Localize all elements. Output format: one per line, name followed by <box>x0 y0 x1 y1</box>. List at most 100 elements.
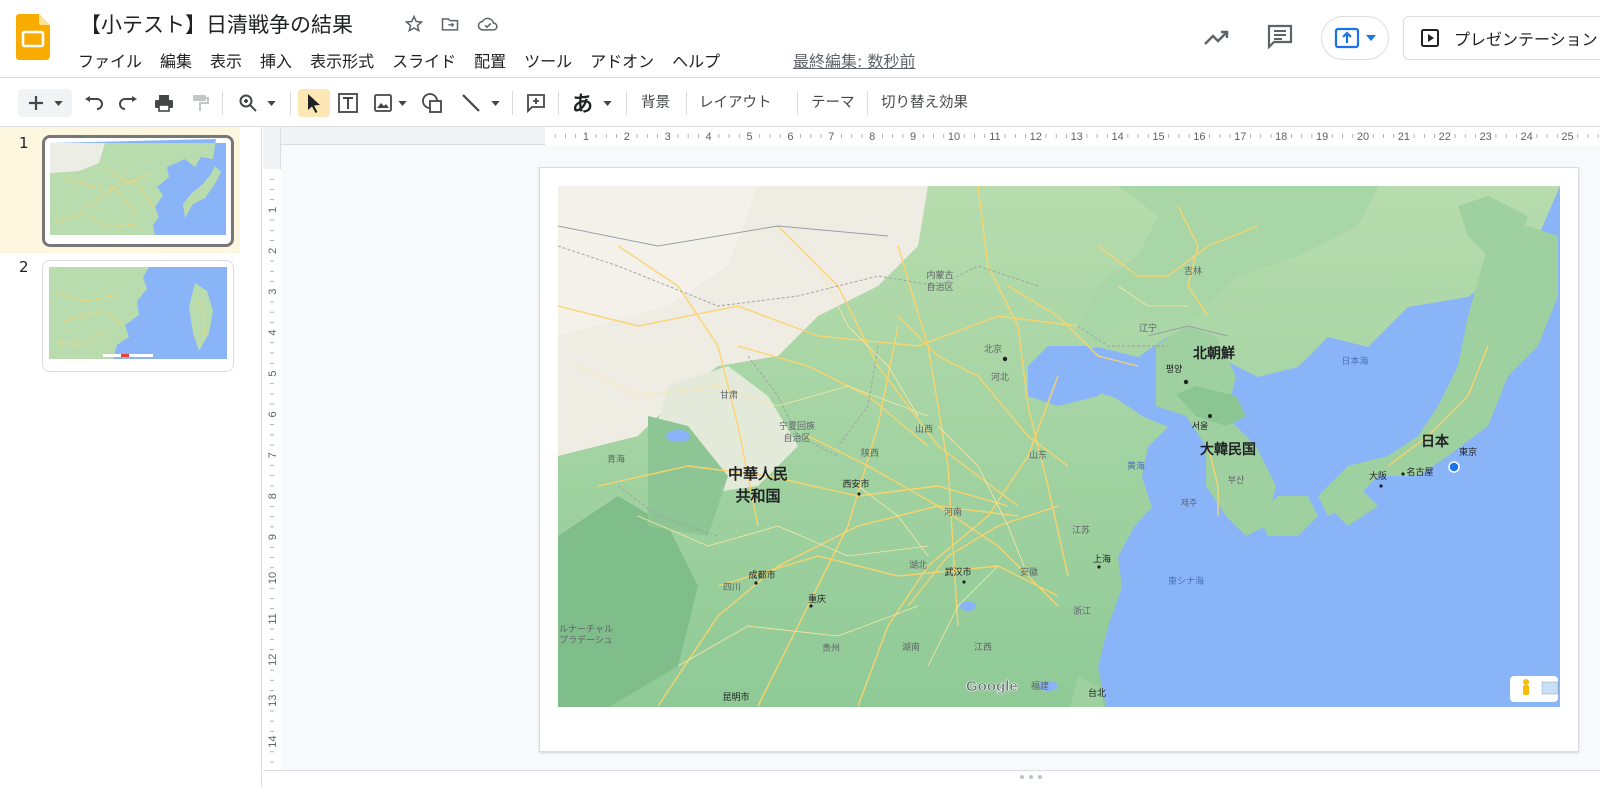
map-label: 宁夏回族 <box>779 420 815 431</box>
pegman-icon[interactable] <box>1523 679 1529 695</box>
map-image[interactable]: 内蒙古 自治区 北京 河北 辽宁 吉林 평양 서울 부산 제주 日本海 東京 大… <box>558 186 1560 707</box>
present-icon <box>1421 29 1439 47</box>
comment-icon[interactable] <box>1260 16 1300 56</box>
menu-addons[interactable]: アドオン <box>581 46 663 74</box>
chevron-down-icon <box>603 100 612 106</box>
undo-icon[interactable] <box>80 89 108 117</box>
vertical-ruler[interactable]: 1 2 3 4 5 6 7 8 9 10 11 12 13 14 <box>263 127 281 770</box>
ruler-tick-label: 14 <box>267 735 279 747</box>
last-edit-link[interactable]: 最終編集: 数秒前 <box>793 48 915 72</box>
map-label: 陕西 <box>861 447 879 458</box>
select-tool[interactable] <box>298 89 330 117</box>
background-button[interactable]: 背景 <box>641 91 670 112</box>
map-label: 贵州 <box>822 642 840 653</box>
menu-arrange[interactable]: 配置 <box>465 46 515 74</box>
map-label: 江苏 <box>1072 524 1090 535</box>
ruler-tick-label: 10 <box>948 131 960 143</box>
map-label: 부산 <box>1228 475 1245 485</box>
slide-number-2: 2 <box>19 258 29 276</box>
document-title[interactable]: 【小テスト】日清戦争の結果 <box>80 9 353 39</box>
horizontal-ruler[interactable]: 1 2 3 4 5 6 7 8 9 10 11 12 13 14 15 16 17 18 19 20 21 22 23 24 2… <box>263 127 1600 145</box>
slides-logo-icon[interactable] <box>16 14 50 60</box>
ruler-tick-label: 17 <box>1234 131 1246 143</box>
menu-slide[interactable]: スライド <box>383 46 465 74</box>
map-label: 台北 <box>1088 687 1106 698</box>
map-label: 평양 <box>1166 364 1183 374</box>
chevron-down-icon <box>266 100 276 106</box>
map-label: 浙江 <box>1073 605 1091 616</box>
map-label: 昆明市 <box>722 691 749 702</box>
star-icon[interactable] <box>402 12 426 36</box>
speaker-notes-handle[interactable] <box>263 770 1600 787</box>
present-label: プレゼンテーション <box>1454 30 1598 49</box>
ruler-tick-label: 12 <box>267 654 279 666</box>
ruler-tick-label: 15 <box>1152 131 1164 143</box>
redo-icon[interactable] <box>114 89 142 117</box>
slide-thumbnail-2[interactable] <box>42 260 234 372</box>
map-label: 大阪 <box>1369 470 1387 481</box>
layout-button[interactable]: レイアウト <box>699 91 772 112</box>
ruler-tick-label: 25 <box>1561 131 1573 143</box>
map-label: 自治区 <box>783 432 810 443</box>
cloud-saved-icon[interactable] <box>476 12 500 36</box>
textbox-icon[interactable] <box>334 89 362 117</box>
zoom-button[interactable] <box>232 89 282 117</box>
menu-tools[interactable]: ツール <box>515 46 581 74</box>
add-icon <box>28 96 43 110</box>
share-upload-button[interactable] <box>1321 16 1389 60</box>
ruler-tick-label: 22 <box>1439 131 1451 143</box>
slide-thumbnail-1[interactable] <box>42 135 234 247</box>
menu-format[interactable]: 表示形式 <box>301 46 383 74</box>
text-style-button[interactable]: あ <box>566 89 618 117</box>
ruler-tick-label: 12 <box>1030 131 1042 143</box>
map-label: 湖北 <box>909 560 927 570</box>
menu-view[interactable]: 表示 <box>201 46 251 74</box>
zoom-icon <box>239 94 257 112</box>
add-button[interactable] <box>18 89 72 117</box>
line-button[interactable] <box>456 89 504 117</box>
map-label: 上海 <box>1093 553 1111 564</box>
transition-button[interactable]: 切り替え効果 <box>881 91 968 112</box>
slide-filmstrip: 1 2 <box>0 127 262 787</box>
chevron-down-icon <box>53 100 63 106</box>
present-button[interactable]: プレゼンテーション <box>1403 16 1600 60</box>
paint-format-icon[interactable] <box>186 89 214 117</box>
map-label: ルナーチャル <box>559 624 613 634</box>
map-label-country: 中華人民 <box>728 465 788 483</box>
theme-button[interactable]: テーマ <box>811 91 855 112</box>
slide-canvas[interactable]: 内蒙古 自治区 北京 河北 辽宁 吉林 평양 서울 부산 제주 日本海 東京 大… <box>539 167 1579 752</box>
menu-edit[interactable]: 編集 <box>151 46 201 74</box>
ruler-tick-label: 9 <box>267 534 279 540</box>
shape-icon[interactable] <box>418 89 446 117</box>
map-label: 東京 <box>1459 446 1477 457</box>
add-comment-icon[interactable] <box>522 89 550 117</box>
ruler-tick-label: 2 <box>267 248 279 254</box>
map-label: 青海 <box>607 453 625 464</box>
menu-file[interactable]: ファイル <box>69 46 151 74</box>
image-button[interactable] <box>370 89 410 117</box>
map-label: 東シナ海 <box>1168 575 1204 586</box>
ruler-tick-label: 5 <box>746 131 752 143</box>
move-folder-icon[interactable] <box>438 12 462 36</box>
ruler-tick-label: 23 <box>1480 131 1492 143</box>
map-label: 吉林 <box>1184 265 1202 276</box>
ruler-tick-label: 4 <box>267 330 279 336</box>
map-label: 西安市 <box>842 478 869 489</box>
map-label: 四川 <box>723 582 741 592</box>
ruler-tick-label: 16 <box>1193 131 1205 143</box>
chevron-down-icon <box>397 100 407 106</box>
ruler-tick-label: 9 <box>910 131 916 143</box>
print-icon[interactable] <box>150 89 178 117</box>
map-label-country: 大韓民国 <box>1200 441 1256 457</box>
map-label: 山西 <box>915 424 933 434</box>
menu-insert[interactable]: 挿入 <box>251 46 301 74</box>
map-label: 黄海 <box>1127 460 1145 471</box>
ruler-tick-label: 4 <box>706 131 712 143</box>
ruler-tick-label: 6 <box>787 131 793 143</box>
menu-help[interactable]: ヘルプ <box>663 46 729 74</box>
ruler-tick-label: 10 <box>267 572 279 584</box>
ruler-tick-label: 2 <box>624 131 630 143</box>
activity-trend-icon[interactable] <box>1197 18 1237 58</box>
map-label-country: 北朝鮮 <box>1193 345 1235 361</box>
ruler-tick-label: 8 <box>869 131 875 143</box>
